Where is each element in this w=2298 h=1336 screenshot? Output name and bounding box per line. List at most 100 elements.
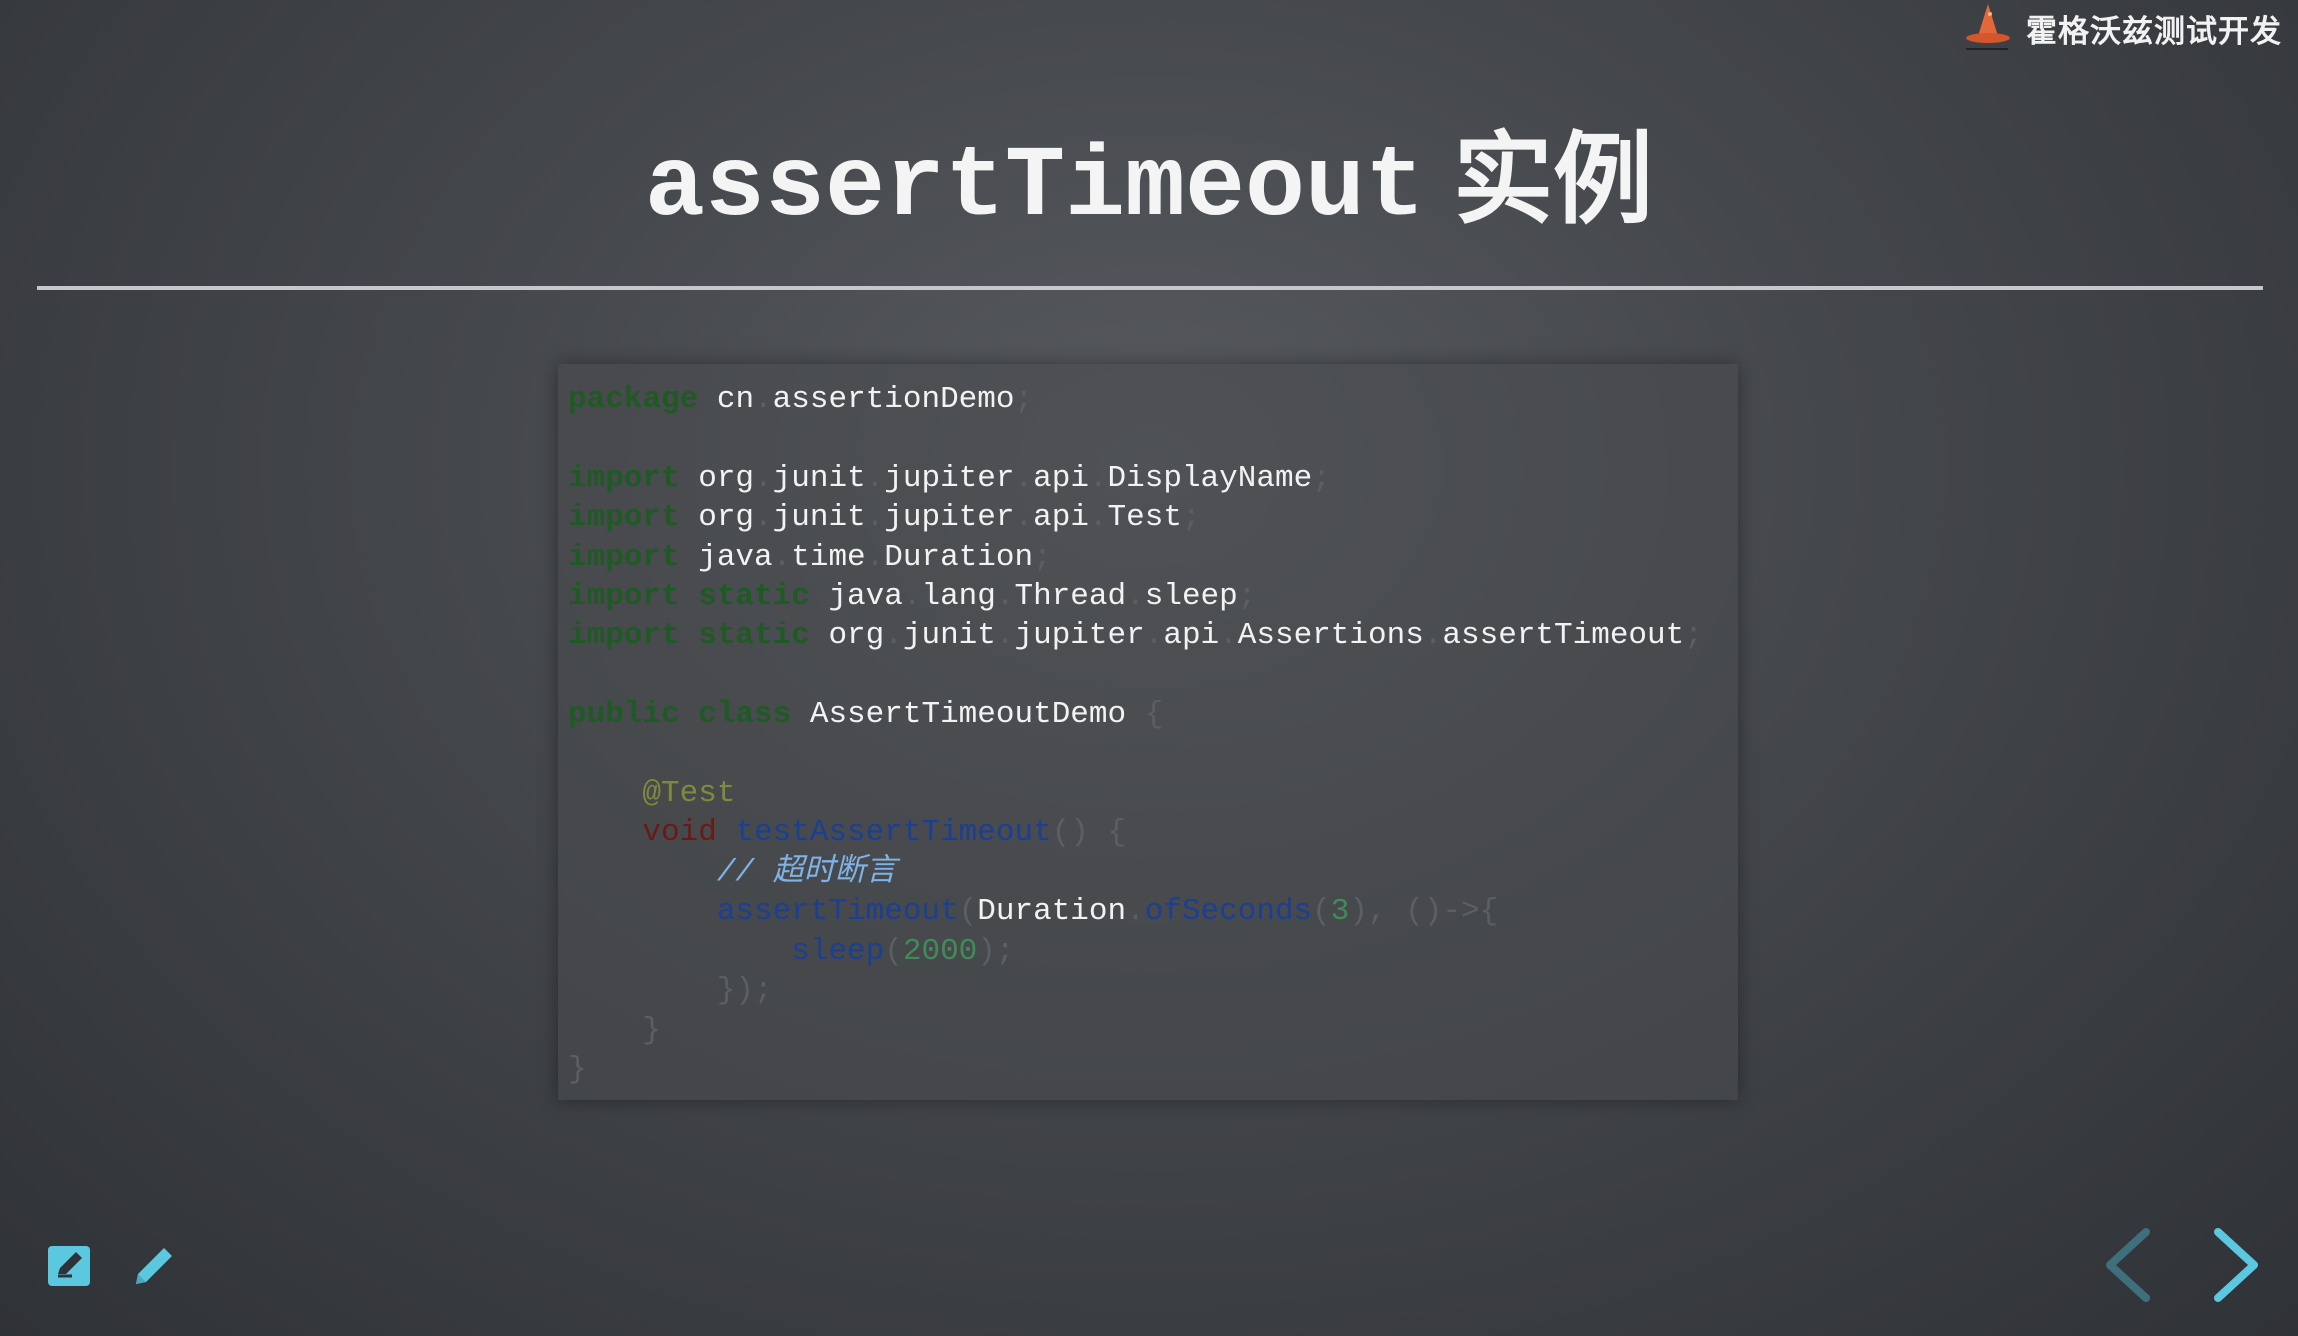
code-block: package cn.assertionDemo; import org.jun…: [558, 364, 1738, 1100]
code-token: ;: [1312, 460, 1331, 496]
code-token: import static: [568, 579, 810, 615]
code-token: org: [679, 500, 755, 536]
code-token: AssertTimeoutDemo: [791, 697, 1145, 733]
code-token: });: [568, 973, 773, 1009]
code-token: .: [1126, 579, 1145, 615]
code-token: jupiter: [884, 500, 1015, 536]
code-token: sleep: [1144, 579, 1238, 615]
code-token: testAssertTimeout: [735, 815, 1052, 851]
code-token: 3: [1330, 894, 1350, 930]
code-token: void: [568, 815, 736, 851]
code-token: Test: [1107, 500, 1182, 536]
code-token: DisplayName: [1107, 460, 1313, 496]
code-token: .: [1144, 618, 1164, 654]
code-token: Duration: [884, 539, 1034, 575]
code-token: 2000: [902, 933, 978, 969]
brand-name: 霍格沃兹测试开发: [2026, 13, 2282, 50]
code-token: import: [568, 500, 680, 536]
code-token: Assertions: [1237, 618, 1424, 654]
code-line: package cn.assertionDemo;: [568, 382, 1033, 417]
code-token: () {: [1051, 815, 1127, 851]
code-line: assertTimeout(Duration.ofSeconds(3), ()-…: [568, 894, 1498, 929]
code-token: Duration: [977, 894, 1127, 930]
wizard-hat-icon: [1966, 4, 2010, 50]
code-token: public class: [568, 697, 792, 733]
code-token: .: [1088, 500, 1108, 536]
brand-logo: 霍格沃兹测试开发: [1962, 0, 2282, 56]
code-token: Thread: [1014, 579, 1127, 615]
code-token: api: [1033, 460, 1089, 496]
code-token: }: [568, 1012, 662, 1048]
code-token: org: [809, 618, 885, 654]
code-token: (: [958, 894, 978, 930]
code-token: ;: [1014, 382, 1034, 417]
code-token: org: [679, 460, 755, 496]
code-token: .: [1014, 460, 1034, 496]
code-line: import static org.junit.jupiter.api.Asse…: [568, 618, 1703, 653]
code-token: .: [754, 500, 773, 536]
chevron-right-icon[interactable]: [2204, 1220, 2274, 1310]
code-token: sleep: [568, 933, 885, 969]
code-token: .: [1126, 894, 1145, 930]
code-line: void testAssertTimeout() {: [568, 815, 1126, 850]
code-token: java: [809, 579, 903, 615]
pencil-icon[interactable]: [128, 1240, 180, 1292]
code-token: .: [884, 618, 903, 654]
code-token: // 超时断言: [568, 854, 897, 890]
title-code: assertTimeout: [644, 132, 1426, 245]
code-token: .: [865, 500, 885, 536]
code-token: assertTimeout: [568, 894, 959, 930]
code-token: jupiter: [1014, 618, 1145, 654]
code-line: import org.junit.jupiter.api.DisplayName…: [568, 461, 1331, 496]
code-token: .: [1014, 500, 1034, 536]
code-token: );: [977, 933, 1015, 969]
page-title: assertTimeout 实例: [0, 100, 2298, 269]
code-token: .: [754, 460, 773, 496]
code-token: .: [1423, 618, 1443, 654]
code-token: ;: [1237, 579, 1257, 615]
code-token: junit: [772, 500, 866, 536]
code-token: junit: [772, 460, 866, 496]
code-line: }: [568, 1052, 587, 1087]
code-token: ), ()->{: [1349, 894, 1499, 930]
code-line: import java.time.Duration;: [568, 540, 1052, 575]
chevron-left-icon[interactable]: [2090, 1220, 2160, 1310]
code-token: ;: [1033, 539, 1052, 575]
code-token: .: [865, 460, 885, 496]
code-token: .: [995, 579, 1015, 615]
code-token: .: [754, 382, 773, 417]
slide-navigation: [2090, 1220, 2274, 1310]
code-line: });: [568, 973, 773, 1008]
code-token: .: [1219, 618, 1238, 654]
code-line: }: [568, 1013, 661, 1048]
edit-note-icon[interactable]: [44, 1240, 96, 1292]
code-line: // 超时断言: [568, 855, 897, 890]
code-token: (: [1312, 894, 1331, 930]
code-token: lang: [921, 579, 996, 615]
code-token: junit: [902, 618, 996, 654]
code-line: public class AssertTimeoutDemo {: [568, 697, 1163, 732]
code-token: assertionDemo: [772, 382, 1015, 417]
title-divider: [37, 286, 2263, 290]
code-line: @Test: [568, 776, 735, 811]
title-suffix: 实例: [1453, 121, 1654, 238]
code-token: {: [1144, 697, 1164, 733]
code-line: import static java.lang.Thread.sleep;: [568, 579, 1256, 614]
code-token: @Test: [568, 776, 736, 812]
code-token: jupiter: [884, 460, 1015, 496]
code-token: import static: [568, 618, 810, 654]
code-token: cn: [698, 382, 755, 417]
code-token: import: [568, 460, 680, 496]
code-line: sleep(2000);: [568, 933, 1015, 969]
code-text: package cn.assertionDemo; import org.jun…: [568, 380, 1738, 1089]
code-token: .: [1088, 460, 1108, 496]
code-token: .: [995, 618, 1015, 654]
code-line: import org.junit.jupiter.api.Test;: [568, 500, 1201, 535]
code-token: .: [902, 579, 922, 615]
code-token: ofSeconds: [1144, 894, 1313, 930]
code-token: api: [1033, 500, 1089, 536]
toolbar-left: [44, 1240, 180, 1292]
code-token: .: [772, 539, 792, 575]
code-token: }: [568, 1051, 587, 1087]
code-token: (: [884, 933, 903, 969]
